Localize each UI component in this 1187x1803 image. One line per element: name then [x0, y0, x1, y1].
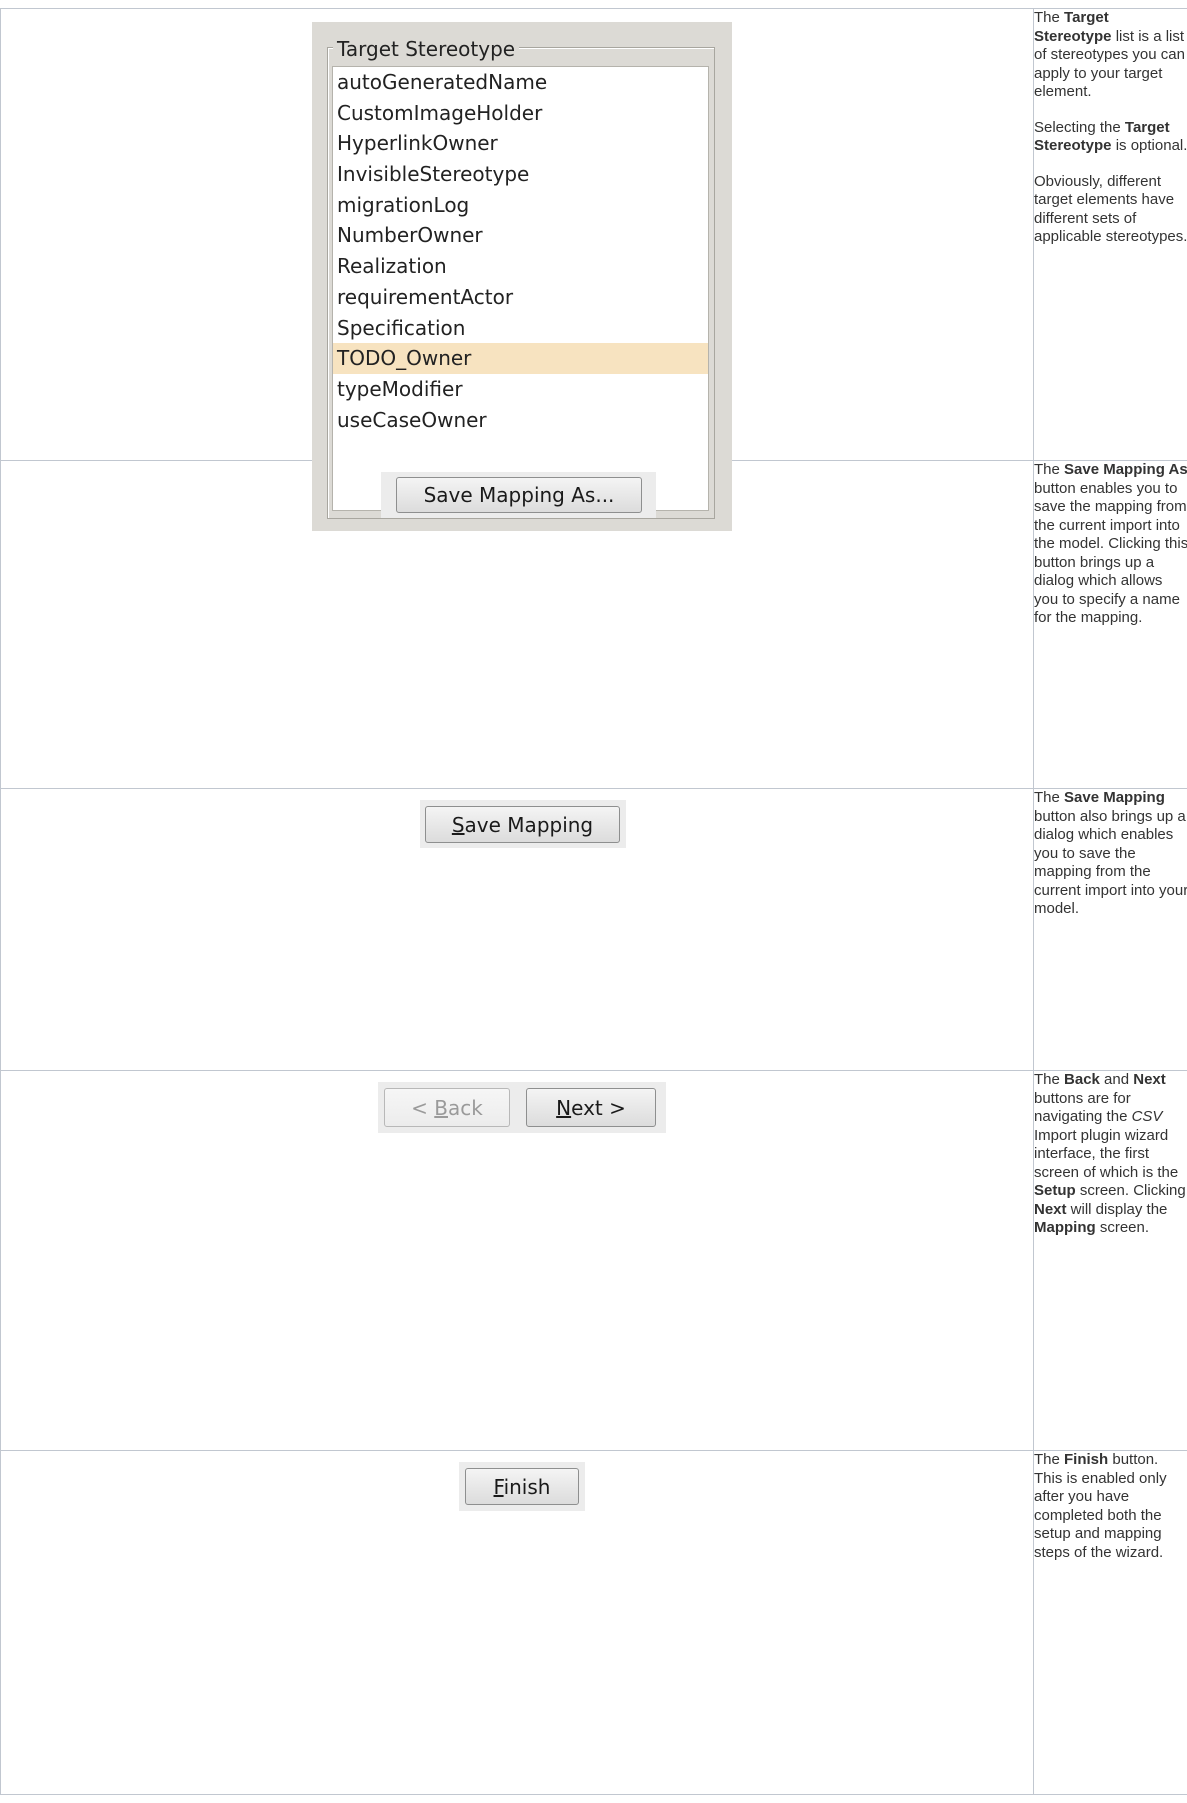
stereotype-list-item[interactable]: typeModifier	[333, 374, 708, 405]
image-cell: Finish	[0, 1450, 1034, 1795]
image-cell: < Back Next >	[0, 1070, 1034, 1451]
back-label: < Back	[411, 1095, 483, 1120]
groupbox-title: Target Stereotype	[333, 39, 520, 59]
save-mapping-as-label: Save Mapping As...	[423, 483, 615, 507]
table-row: Finish The Finish button. This is enable…	[0, 1450, 1187, 1795]
table-row: Save Mapping As... The Save Mapping As b…	[0, 460, 1187, 789]
table-row: Target Stereotype autoGeneratedName Custo…	[0, 8, 1187, 531]
finish-label: Finish	[493, 1474, 551, 1499]
description-paragraph: The Target Stereotype list is a list of …	[1034, 9, 1185, 100]
table-row: < Back Next > The Back and Next buttons …	[0, 1070, 1187, 1451]
back-button[interactable]: < Back	[384, 1088, 510, 1127]
stereotype-list-item[interactable]: CustomImageHolder	[333, 98, 708, 129]
button-screenshot: Finish	[459, 1462, 585, 1511]
stereotype-list-item[interactable]: NumberOwner	[333, 220, 708, 251]
description-cell: The Target Stereotype list is a list of …	[1033, 8, 1187, 461]
description-paragraph: The Back and Next buttons are for naviga…	[1034, 1071, 1186, 1236]
target-stereotype-panel: Target Stereotype autoGeneratedName Custo…	[312, 22, 732, 531]
stereotype-list-item[interactable]: migrationLog	[333, 190, 708, 221]
description-cell: The Finish button. This is enabled only …	[1033, 1450, 1187, 1795]
stereotype-list-item[interactable]: InvisibleStereotype	[333, 159, 708, 190]
documentation-table: Target Stereotype autoGeneratedName Custo…	[0, 8, 1187, 1795]
next-label: Next >	[556, 1095, 626, 1120]
stereotype-list-item[interactable]: Specification	[333, 313, 708, 344]
stereotype-list-item[interactable]: TODO_Owner	[333, 343, 708, 374]
save-mapping-label: Save Mapping	[451, 812, 594, 837]
stereotype-list-item[interactable]: useCaseOwner	[333, 405, 708, 436]
table-row: Save Mapping The Save Mapping button als…	[0, 788, 1187, 1071]
image-cell: Save Mapping	[0, 788, 1034, 1071]
button-screenshot: Save Mapping As...	[381, 472, 656, 518]
image-cell: Save Mapping As...	[0, 460, 1034, 789]
description-paragraph: Selecting the Target Stereotype is optio…	[1034, 118, 1187, 155]
save-mapping-button[interactable]: Save Mapping	[425, 806, 620, 843]
image-cell: Target Stereotype autoGeneratedName Custo…	[0, 8, 1034, 531]
button-screenshot: Save Mapping	[420, 800, 626, 848]
description-cell: The Save Mapping button also brings up a…	[1033, 788, 1187, 1071]
description-paragraph: Obviously, different target elements hav…	[1034, 172, 1187, 246]
stereotype-list-item[interactable]: autoGeneratedName	[333, 67, 708, 98]
save-mapping-as-button[interactable]: Save Mapping As...	[396, 477, 642, 513]
description-paragraph: The Save Mapping As button enables you t…	[1034, 461, 1187, 626]
button-screenshot: < Back Next >	[378, 1082, 666, 1133]
stereotype-list-item[interactable]: Realization	[333, 251, 708, 282]
next-button[interactable]: Next >	[526, 1088, 656, 1127]
description-cell: The Back and Next buttons are for naviga…	[1033, 1070, 1187, 1451]
stereotype-list-item[interactable]: HyperlinkOwner	[333, 128, 708, 159]
stereotype-list-item[interactable]: requirementActor	[333, 282, 708, 313]
description-paragraph: The Finish button. This is enabled only …	[1034, 1451, 1167, 1561]
stereotype-list[interactable]: autoGeneratedName CustomImageHolder Hyperl…	[332, 66, 709, 511]
description-cell: The Save Mapping As button enables you t…	[1033, 460, 1187, 789]
finish-button[interactable]: Finish	[465, 1468, 579, 1505]
description-paragraph: The Save Mapping button also brings up a…	[1034, 789, 1187, 917]
